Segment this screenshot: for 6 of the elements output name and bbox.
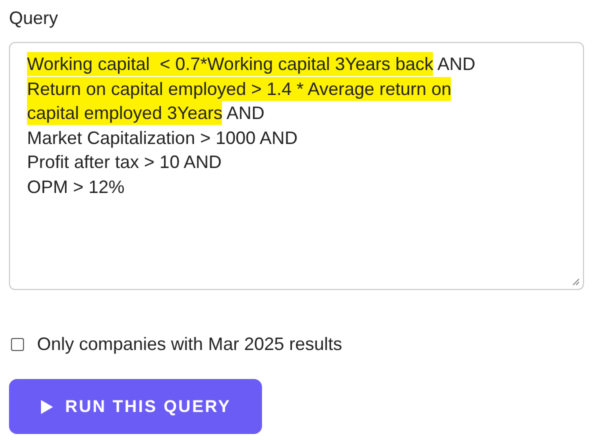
play-icon bbox=[40, 398, 54, 414]
checkbox[interactable] bbox=[11, 338, 24, 351]
checkbox-label: Only companies with Mar 2025 results bbox=[37, 333, 342, 356]
resize-grip-icon[interactable] bbox=[572, 278, 580, 286]
query-label: Query bbox=[9, 7, 58, 30]
run-query-button[interactable]: RUN THIS QUERY bbox=[9, 379, 262, 434]
